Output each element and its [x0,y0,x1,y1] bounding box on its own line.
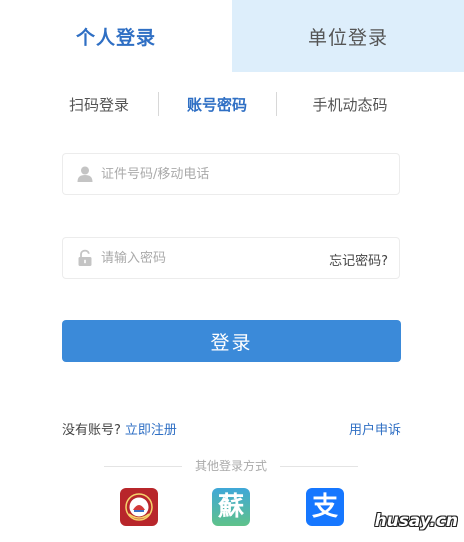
other-login-divider: 其他登录方式 [104,457,358,475]
forgot-password-link[interactable]: 忘记密码? [329,250,388,269]
no-account-prompt: 没有账号? 立即注册 [62,419,177,438]
tab-password-login[interactable]: 账号密码 [158,84,276,124]
tab-sms-login[interactable]: 手机动态码 [276,84,424,124]
user-icon [76,165,94,183]
account-input[interactable] [101,160,386,188]
alipay-glyph: 支 [311,492,338,522]
password-field: 忘记密码? [62,237,400,279]
divider-line [280,466,358,467]
account-field [62,153,400,195]
account-links: 没有账号? 立即注册 用户申诉 [62,419,401,439]
login-button[interactable]: 登录 [62,320,401,362]
other-login-label: 其他登录方式 [194,459,267,473]
site-watermark: husay.cn [374,511,458,531]
register-link[interactable]: 立即注册 [125,423,177,438]
user-appeal-link[interactable]: 用户申诉 [349,419,401,438]
su-app-icon[interactable]: 蘇 [212,488,250,526]
emblem-app-icon[interactable] [120,488,158,526]
password-input[interactable] [101,244,311,272]
login-method-tabs: 扫码登录 账号密码 手机动态码 [0,84,464,124]
alipay-icon[interactable]: 支 [306,488,344,526]
tab-personal-login[interactable]: 个人登录 [0,0,232,72]
lock-icon [76,249,94,267]
tab-organization-login[interactable]: 单位登录 [232,0,464,72]
tab-qr-login[interactable]: 扫码登录 [40,84,158,124]
no-account-text: 没有账号? [62,423,121,438]
su-glyph: 蘇 [217,492,244,522]
login-type-tabs: 个人登录 单位登录 [0,0,464,72]
divider-line [104,466,182,467]
